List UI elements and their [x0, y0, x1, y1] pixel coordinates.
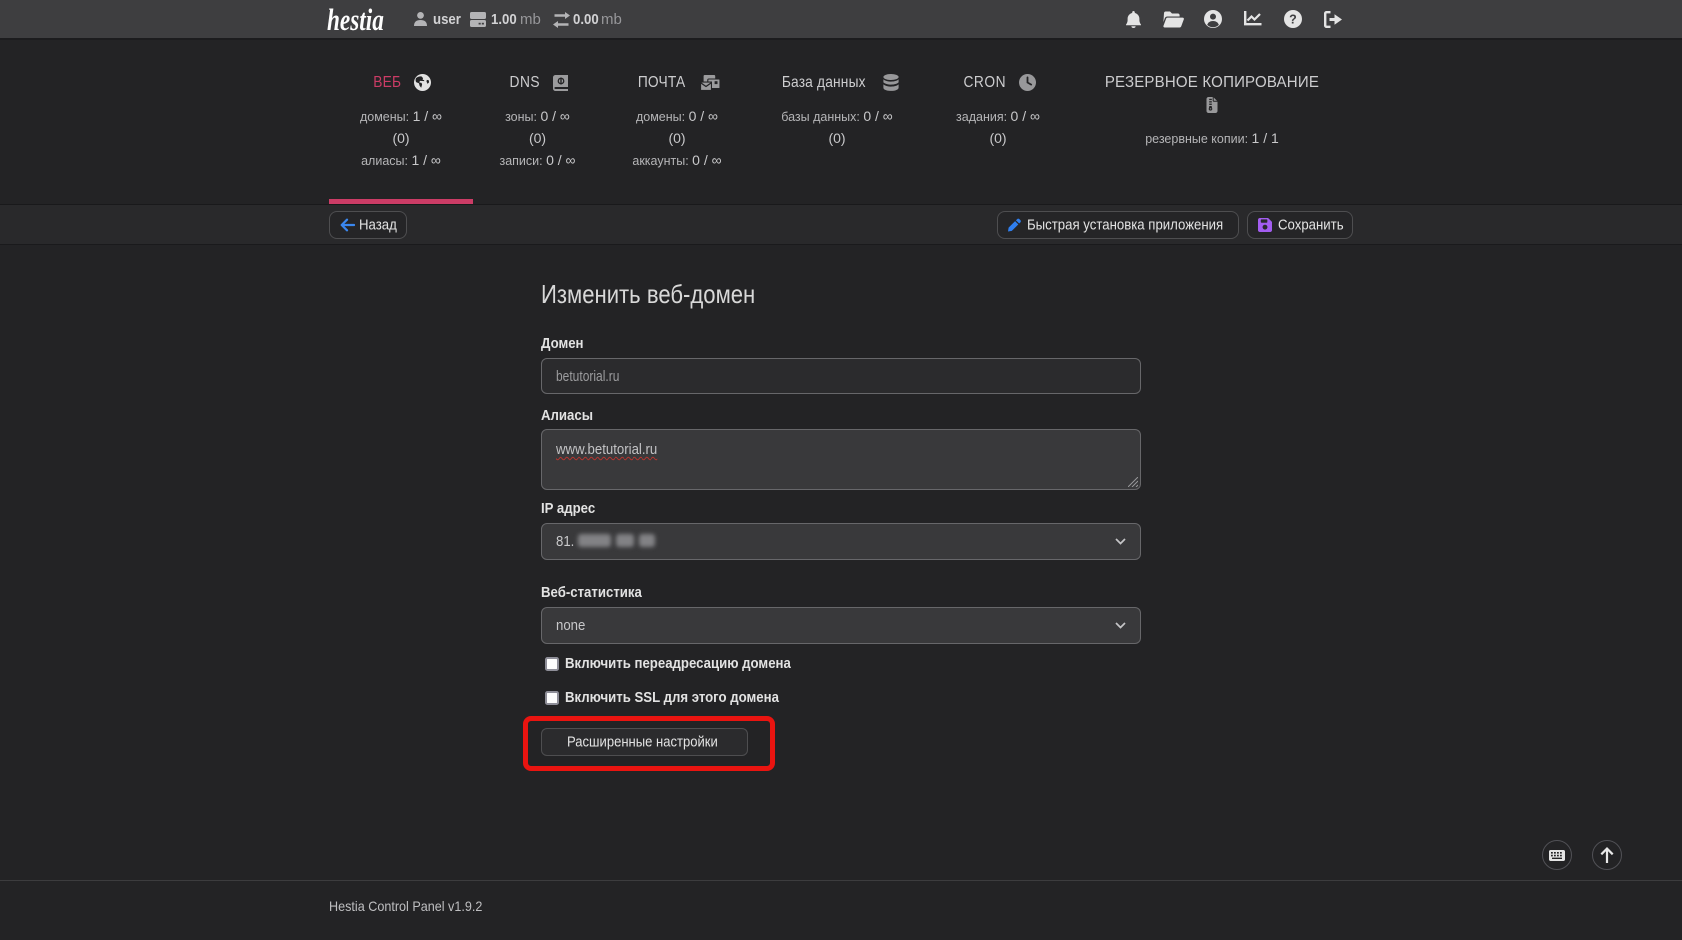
svg-text:?: ? [1289, 12, 1297, 26]
